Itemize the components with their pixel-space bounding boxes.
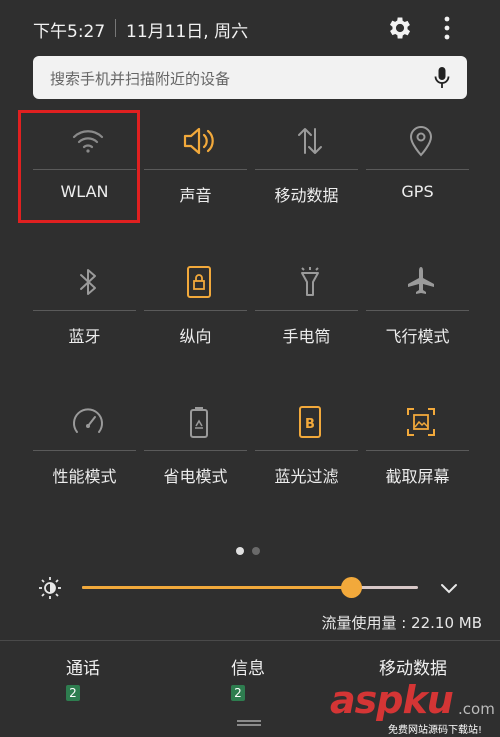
tile-label: GPS [401,182,434,201]
sim-mobile-data[interactable]: 移动数据 [379,654,447,679]
portrait-lock-icon [187,266,211,298]
brightness-icon[interactable] [38,576,62,600]
tile-divider [255,310,358,311]
tile-label: 移动数据 [274,186,339,205]
search-placeholder: 搜索手机并扫描附近的设备 [50,70,231,88]
wlan-highlight-box [18,110,140,223]
tile-label: 纵向 [179,327,212,346]
blue-light-filter-icon: B [299,406,321,438]
tile-divider [33,310,136,311]
tile-divider [33,450,136,451]
speedometer-icon [73,408,103,433]
tile-mobile-data[interactable]: 移动数据 [255,107,366,227]
tile-divider [144,169,247,170]
brightness-slider-fill [82,586,351,589]
page-dot [252,547,260,555]
bluetooth-icon [80,269,96,295]
tile-divider [144,450,247,451]
more-options-icon[interactable] [435,14,459,42]
status-bar: 下午5:27 11月11日, 周六 [0,0,500,56]
sim-label: 移动数据 [379,659,447,679]
tile-flashlight[interactable]: 手电筒 [255,248,366,368]
sim-slot-badge: 2 [66,685,80,701]
flashlight-icon [301,267,319,296]
watermark-tagline: 免费网站源码下载站! [388,725,483,736]
status-date: 11月11日, 周六 [126,22,249,42]
tile-label: 声音 [179,186,212,205]
airplane-icon [408,267,434,294]
screenshot-icon [407,408,435,436]
battery-saver-icon [190,407,208,438]
tile-label: 省电模式 [163,467,228,486]
brightness-slider[interactable] [82,577,418,598]
brightness-slider-thumb[interactable] [340,577,362,598]
tile-label: 截取屏幕 [385,467,450,486]
tile-gps[interactable]: GPS [366,107,477,227]
tile-divider [255,450,358,451]
device-search-bar[interactable]: 搜索手机并扫描附近的设备 [33,56,467,99]
svg-text:B: B [305,417,315,432]
chevron-down-icon[interactable] [439,578,459,598]
watermark-brand: aspku [330,678,454,722]
tile-sound[interactable]: 声音 [144,107,255,227]
tile-bluetooth[interactable]: 蓝牙 [33,248,144,368]
mobile-data-icon [298,128,322,154]
page-dot-active [236,547,244,555]
tile-label: 蓝光过滤 [274,467,339,486]
tile-blue-light-filter[interactable]: B 蓝光过滤 [255,388,366,508]
tile-divider [366,169,469,170]
status-separator [115,19,116,37]
microphone-icon[interactable] [433,66,451,90]
tile-label: 手电筒 [282,327,331,346]
tile-airplane-mode[interactable]: 飞行模式 [366,248,477,368]
drag-handle-icon[interactable] [237,719,261,727]
tile-label: 飞行模式 [385,327,450,346]
tile-portrait[interactable]: 纵向 [144,248,255,368]
tile-divider [366,450,469,451]
tile-label: 性能模式 [52,467,117,486]
location-icon [409,126,433,157]
tile-performance-mode[interactable]: 性能模式 [33,388,144,508]
tile-divider [255,169,358,170]
sim-calls[interactable]: 通话 2 [66,654,100,701]
watermark-logo: aspku .com 免费网站源码下载站! [330,678,500,737]
sim-label: 通话 [66,659,100,679]
page-indicator [236,540,268,559]
volume-icon [183,127,214,155]
section-divider [0,640,500,641]
tile-power-saving[interactable]: 省电模式 [144,388,255,508]
sim-label: 信息 [231,659,265,679]
tile-divider [144,310,247,311]
gear-icon[interactable] [386,14,414,42]
data-usage-text: 流量使用量 : 22.10 MB [321,614,482,632]
tile-screenshot[interactable]: 截取屏幕 [366,388,477,508]
status-time: 下午5:27 [33,22,106,42]
tile-divider [366,310,469,311]
watermark-suffix: .com [458,700,495,718]
tile-label: 蓝牙 [68,327,101,346]
sim-messages[interactable]: 信息 2 [231,654,265,701]
sim-slot-badge: 2 [231,685,245,701]
